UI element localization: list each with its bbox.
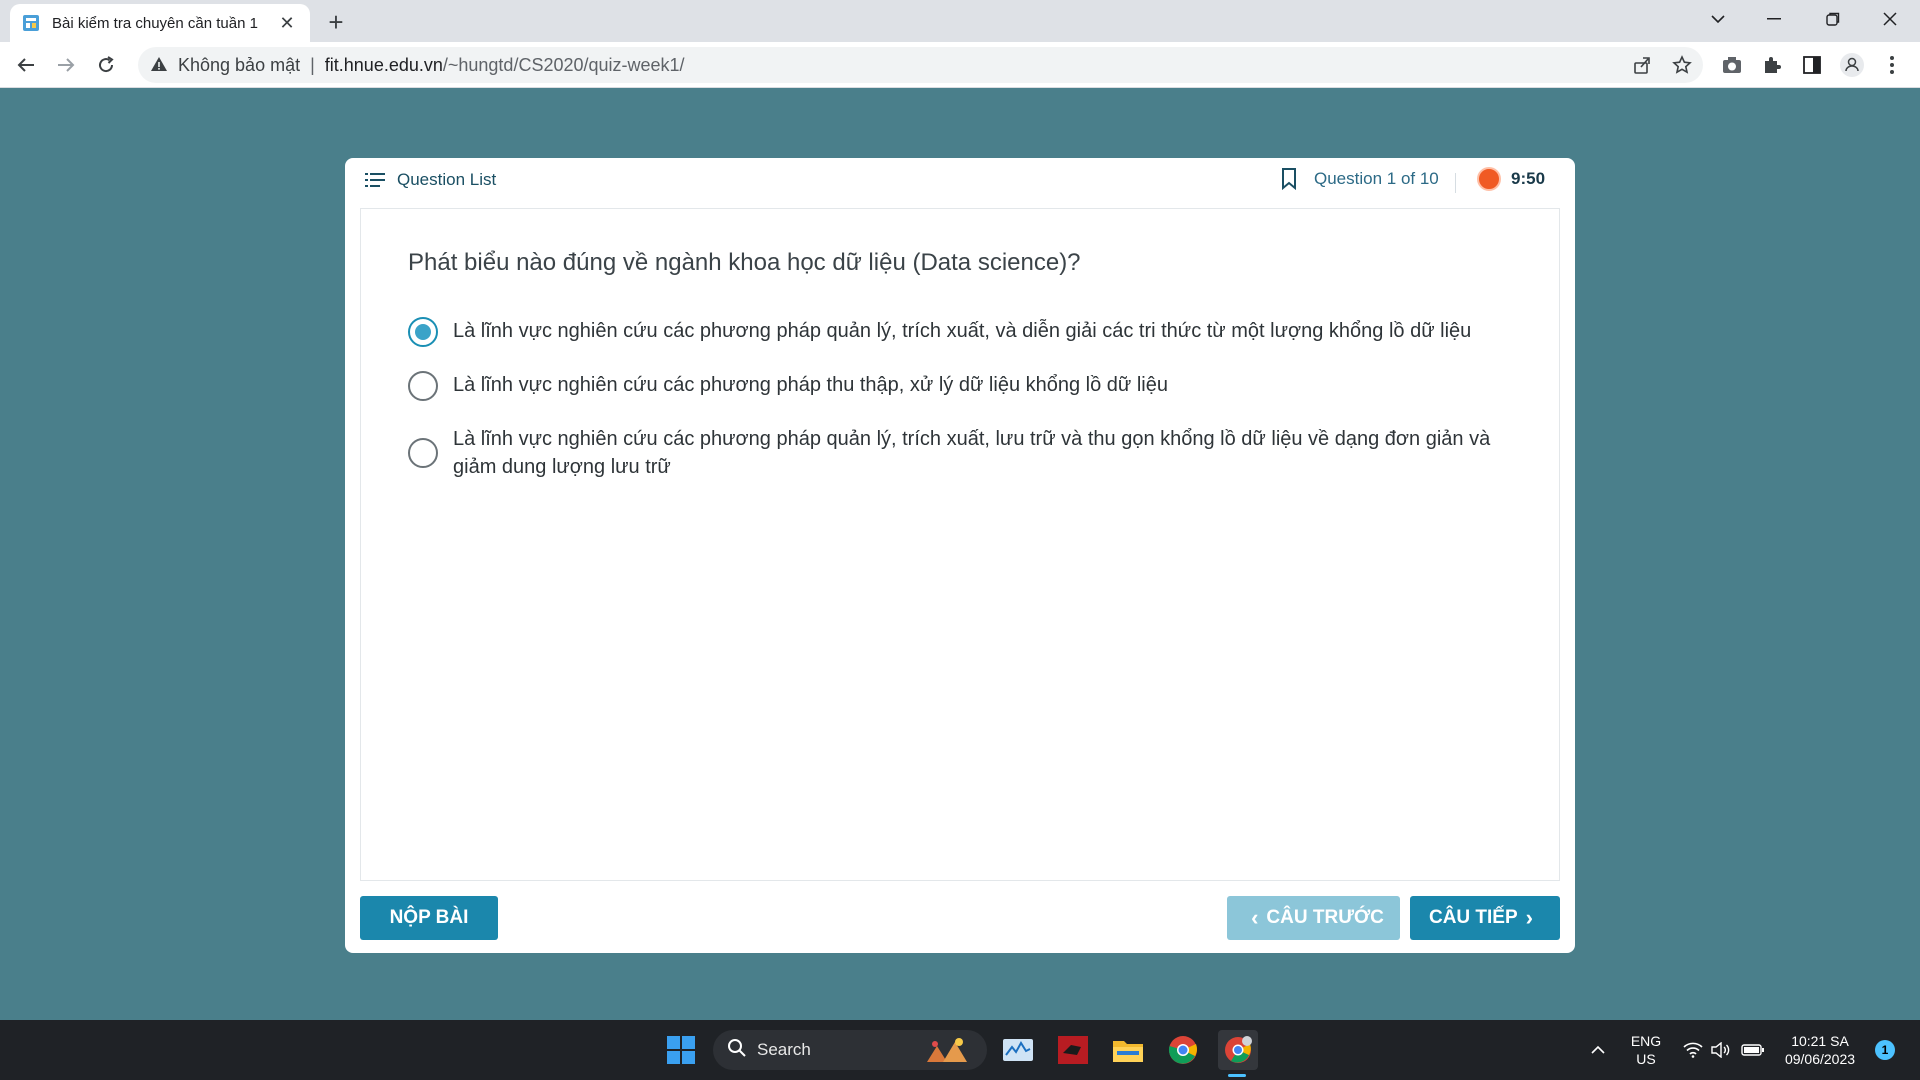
browser-tab-bar: Bài kiểm tra chuyên cần tuần 1 ✕ + (0, 0, 1920, 42)
previous-question-button[interactable]: ‹ CÂU TRƯỚC (1227, 896, 1400, 940)
question-list-label: Question List (397, 170, 497, 189)
clock-date: 09/06/2023 (1784, 1051, 1856, 1067)
security-status-label[interactable]: Không bảo mật (178, 55, 300, 76)
submit-button-label: NỘP BÀI (389, 907, 469, 928)
tab-close-icon[interactable]: ✕ (276, 12, 298, 34)
notification-badge[interactable]: 1 (1875, 1040, 1895, 1060)
answer-option-text: Là lĩnh vực nghiên cứu các phương pháp q… (453, 320, 1472, 342)
side-panel-icon[interactable] (1796, 49, 1828, 81)
profile-avatar-icon[interactable] (1836, 49, 1868, 81)
question-counter-label: Question 1 of 10 (1314, 169, 1439, 188)
windows-taskbar: Search ENG US 10:21 SA 09/06/2023 1 (0, 1020, 1920, 1080)
radio-unselected-icon[interactable] (408, 371, 438, 401)
tab-title: Bài kiểm tra chuyên cần tuần 1 (52, 14, 258, 32)
browser-menu-icon[interactable] (1876, 49, 1908, 81)
question-text: Phát biểu nào đúng về ngành khoa học dữ … (408, 249, 1081, 276)
answer-option-text: Là lĩnh vực nghiên cứu các phương pháp t… (453, 374, 1168, 396)
quiz-header: Question List Question 1 of 10 9:50 (345, 158, 1575, 208)
search-icon (727, 1038, 747, 1063)
bookmark-icon[interactable] (1280, 168, 1298, 191)
taskbar-search[interactable]: Search (713, 1030, 987, 1070)
forward-button[interactable] (50, 49, 82, 81)
browser-toolbar: Không bảo mật | fit.hnue.edu.vn/~hungtd/… (0, 42, 1920, 88)
timer-icon (1477, 167, 1501, 191)
previous-button-label: CÂU TRƯỚC (1266, 907, 1384, 928)
question-panel: Phát biểu nào đúng về ngành khoa học dữ … (360, 208, 1560, 881)
question-list-button[interactable]: Question List (365, 170, 496, 190)
timer: 9:50 (1477, 167, 1545, 191)
next-question-button[interactable]: CÂU TIẾP › (1410, 896, 1560, 940)
quiz-card: Question List Question 1 of 10 9:50 Phát… (345, 158, 1575, 953)
restore-button[interactable] (1805, 0, 1861, 38)
answer-option[interactable]: Là lĩnh vực nghiên cứu các phương pháp t… (408, 371, 1518, 401)
keyboard-region: US (1636, 1051, 1656, 1067)
question-counter: Question 1 of 10 (1280, 168, 1439, 191)
timer-value: 9:50 (1511, 169, 1546, 188)
chrome-icon[interactable] (1163, 1030, 1203, 1070)
battery-icon[interactable] (1733, 1030, 1773, 1070)
chevron-right-icon: › (1525, 905, 1533, 930)
camera-icon[interactable] (1716, 49, 1748, 81)
address-separator: | (310, 54, 315, 75)
answer-option[interactable]: Là lĩnh vực nghiên cứu các phương pháp q… (408, 425, 1518, 481)
back-button[interactable] (10, 49, 42, 81)
answer-option[interactable]: Là lĩnh vực nghiên cứu các phương pháp q… (408, 317, 1518, 347)
close-window-button[interactable] (1862, 0, 1918, 38)
search-highlight-icon (921, 1036, 977, 1069)
url-path: /~hungtd/CS2020/quiz-week1/ (442, 54, 685, 75)
language-code: ENG (1630, 1033, 1662, 1049)
answer-option-text: Là lĩnh vực nghiên cứu các phương pháp q… (453, 428, 1491, 478)
header-divider (1455, 173, 1456, 193)
file-explorer-icon[interactable] (1108, 1030, 1148, 1070)
show-hidden-icons-chevron-icon[interactable] (1578, 1030, 1618, 1070)
active-app-indicator (1228, 1074, 1246, 1077)
search-label: Search (757, 1040, 811, 1059)
address-bar[interactable]: Không bảo mật | fit.hnue.edu.vn/~hungtd/… (138, 47, 1703, 83)
next-button-label: CÂU TIẾP (1428, 907, 1518, 928)
app-red-icon[interactable] (1053, 1030, 1093, 1070)
page-favicon-icon (22, 14, 40, 32)
browser-tab[interactable]: Bài kiểm tra chuyên cần tuần 1 ✕ (10, 4, 310, 42)
radio-unselected-icon[interactable] (408, 438, 438, 468)
share-icon[interactable] (1626, 49, 1658, 81)
reload-button[interactable] (90, 49, 122, 81)
bookmark-star-icon[interactable] (1666, 49, 1698, 81)
radio-selected-icon[interactable] (408, 317, 438, 347)
answer-options: Là lĩnh vực nghiên cứu các phương pháp q… (408, 317, 1518, 505)
extensions-icon[interactable] (1756, 49, 1788, 81)
minimize-button[interactable] (1746, 0, 1802, 38)
submit-button[interactable]: NỘP BÀI (360, 896, 498, 940)
windows-start-icon[interactable] (661, 1030, 701, 1070)
system-clock[interactable]: 10:21 SA 09/06/2023 (1772, 1032, 1868, 1068)
task-manager-icon[interactable] (998, 1030, 1038, 1070)
chrome-profile-active-icon[interactable] (1218, 1030, 1258, 1070)
language-indicator[interactable]: ENG US (1625, 1032, 1667, 1068)
tab-search-chevron-icon[interactable] (1690, 0, 1746, 38)
new-tab-button[interactable]: + (322, 7, 350, 37)
clock-time: 10:21 SA (1791, 1033, 1849, 1049)
chevron-left-icon: ‹ (1251, 905, 1259, 930)
list-icon (365, 172, 385, 188)
warning-icon[interactable] (150, 56, 168, 74)
url-host: fit.hnue.edu.vn (324, 54, 443, 75)
